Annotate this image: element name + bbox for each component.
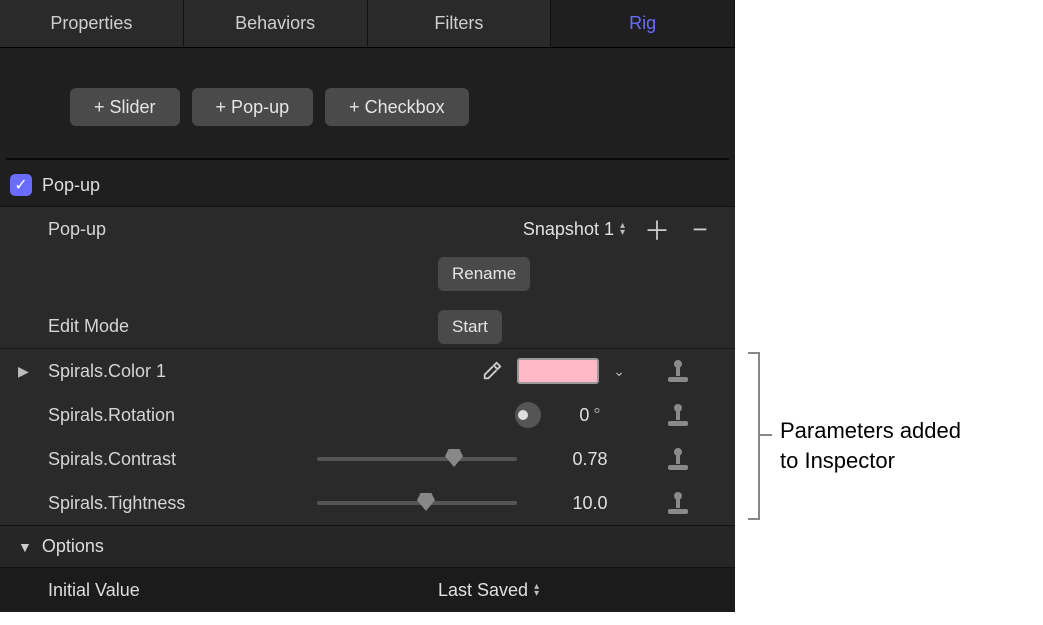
param-rotation-row: Spirals.Rotation 0° — [0, 393, 735, 437]
color-disclosure-icon[interactable]: ▶ — [18, 363, 29, 380]
options-group: ▼ Options Initial Value Last Saved ▴▾ — [0, 526, 735, 612]
param-color-label: Spirals.Color 1 — [48, 361, 298, 382]
stepper-icon: ▴▾ — [534, 583, 539, 597]
options-header-label: Options — [42, 536, 104, 557]
joystick-icon[interactable] — [668, 448, 688, 470]
inspector-panel: Properties Behaviors Filters Rig + Slide… — [0, 0, 735, 612]
popup-parameter-group: Pop-up Snapshot 1 ▴▾ ＋ − Rename Edit Mod… — [0, 206, 735, 526]
initial-value-row: Initial Value Last Saved ▴▾ — [0, 568, 735, 612]
callout-bracket — [740, 352, 768, 520]
options-header-row[interactable]: ▼ Options — [0, 526, 735, 568]
param-tightness-label: Spirals.Tightness — [48, 493, 298, 514]
joystick-icon[interactable] — [668, 404, 688, 426]
param-rotation-label: Spirals.Rotation — [48, 405, 298, 426]
popup-label: Pop-up — [48, 219, 298, 240]
color-chevron-icon[interactable]: ⌄ — [613, 363, 625, 380]
rotation-value[interactable]: 0° — [555, 405, 625, 426]
param-contrast-row: Spirals.Contrast 0.78 — [0, 437, 735, 481]
popup-enable-checkbox[interactable]: ✓ — [10, 174, 32, 196]
rename-button[interactable]: Rename — [438, 257, 530, 291]
initial-value-menu[interactable]: Last Saved ▴▾ — [438, 580, 539, 601]
contrast-slider[interactable] — [317, 457, 517, 461]
stepper-icon: ▴▾ — [620, 222, 625, 236]
contrast-value[interactable]: 0.78 — [555, 449, 625, 470]
popup-value-menu[interactable]: Snapshot 1 ▴▾ — [523, 219, 625, 240]
tab-bar: Properties Behaviors Filters Rig — [0, 0, 735, 48]
add-widget-row: + Slider + Pop-up + Checkbox — [0, 48, 735, 146]
tab-behaviors[interactable]: Behaviors — [184, 0, 368, 47]
add-slider-button[interactable]: + Slider — [70, 88, 180, 126]
remove-snapshot-button[interactable]: − — [688, 214, 712, 245]
popup-section-title: Pop-up — [42, 175, 100, 196]
add-checkbox-button[interactable]: + Checkbox — [325, 88, 469, 126]
edit-mode-start-button[interactable]: Start — [438, 310, 502, 344]
joystick-icon[interactable] — [668, 492, 688, 514]
edit-mode-label: Edit Mode — [48, 316, 298, 337]
param-contrast-label: Spirals.Contrast — [48, 449, 298, 470]
joystick-icon[interactable] — [668, 360, 688, 382]
add-popup-button[interactable]: + Pop-up — [192, 88, 314, 126]
options-disclosure-icon[interactable]: ▼ — [18, 539, 32, 555]
tab-properties[interactable]: Properties — [0, 0, 184, 47]
popup-value-row: Pop-up Snapshot 1 ▴▾ ＋ − — [0, 207, 735, 251]
tab-rig[interactable]: Rig — [551, 0, 735, 47]
tightness-value[interactable]: 10.0 — [555, 493, 625, 514]
callout-text: Parameters added to Inspector — [780, 416, 961, 475]
tightness-slider[interactable] — [317, 501, 517, 505]
rename-row: Rename — [0, 251, 735, 305]
popup-selected-value: Snapshot 1 — [523, 219, 614, 240]
initial-value-selected: Last Saved — [438, 580, 528, 601]
edit-mode-row: Edit Mode Start — [0, 305, 735, 349]
rotation-dial[interactable] — [515, 402, 541, 428]
param-tightness-row: Spirals.Tightness 10.0 — [0, 481, 735, 525]
param-color-row: ▶ Spirals.Color 1 ⌄ — [0, 349, 735, 393]
tab-filters[interactable]: Filters — [368, 0, 552, 47]
popup-section-header: ✓ Pop-up — [0, 160, 735, 206]
color-well[interactable] — [517, 358, 599, 384]
eyedropper-icon[interactable] — [481, 360, 503, 382]
add-snapshot-button[interactable]: ＋ — [644, 211, 668, 248]
initial-value-label: Initial Value — [48, 580, 308, 601]
